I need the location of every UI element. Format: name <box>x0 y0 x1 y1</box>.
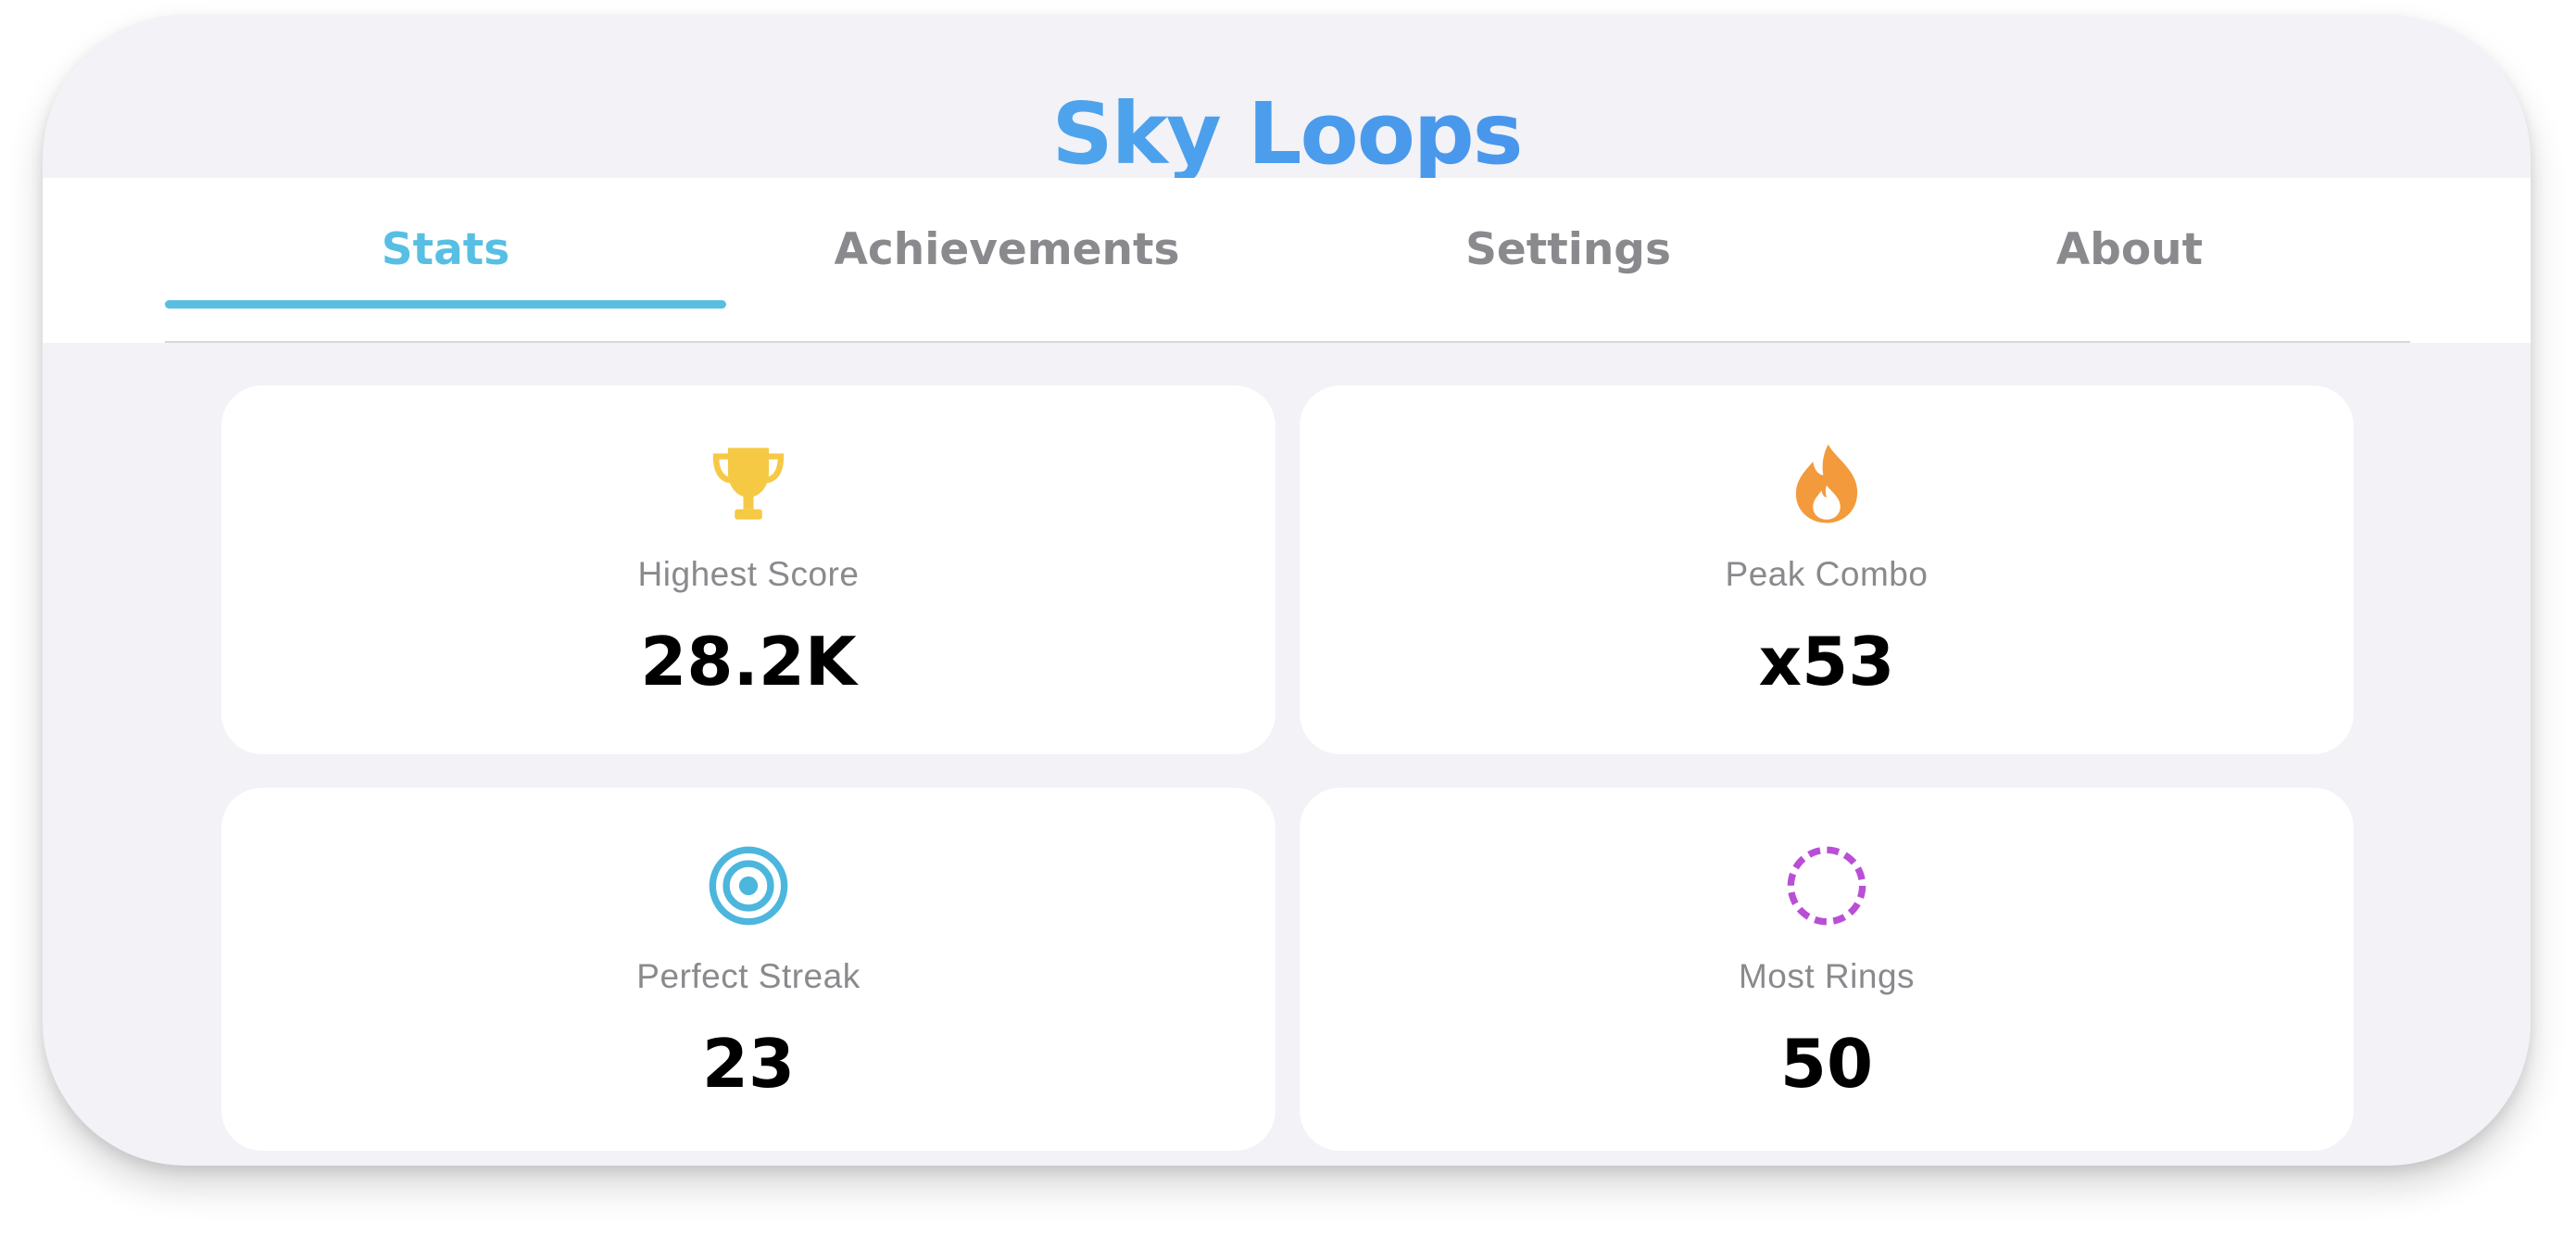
tab-label: Settings <box>1465 224 1671 275</box>
stats-grid: Highest Score 28.2K Peak Combo x53 Perfe… <box>221 385 2354 1151</box>
tab-label: Achievements <box>834 224 1180 275</box>
app-window: Sky Loops Stats Achievements Settings Ab… <box>43 15 2531 1166</box>
stat-label: Perfect Streak <box>636 957 861 995</box>
stat-card-peak-combo: Peak Combo x53 <box>1300 385 2354 754</box>
dashed-ring-icon <box>1784 843 1869 928</box>
tab-stats[interactable]: Stats <box>165 178 726 343</box>
tab-settings[interactable]: Settings <box>1288 178 1849 343</box>
stat-card-perfect-streak: Perfect Streak 23 <box>221 788 1275 1151</box>
flame-icon <box>1784 441 1869 526</box>
app-title: Sky Loops <box>43 83 2531 185</box>
tab-label: Stats <box>381 224 510 275</box>
stat-label: Most Rings <box>1738 957 1916 995</box>
active-tab-indicator <box>165 300 726 309</box>
tab-divider <box>165 341 2410 343</box>
stat-value: x53 <box>1758 623 1895 701</box>
stat-value: 50 <box>1779 1025 1874 1103</box>
tab-bar: Stats Achievements Settings About <box>43 178 2531 343</box>
stat-value: 28.2K <box>640 623 857 701</box>
trophy-icon <box>706 441 791 526</box>
tab-achievements[interactable]: Achievements <box>726 178 1288 343</box>
target-icon <box>706 843 791 928</box>
stat-card-highest-score: Highest Score 28.2K <box>221 385 1275 754</box>
stat-label: Highest Score <box>637 555 860 593</box>
tab-label: About <box>2055 224 2204 275</box>
stat-label: Peak Combo <box>1725 555 1929 593</box>
stat-card-most-rings: Most Rings 50 <box>1300 788 2354 1151</box>
tab-list: Stats Achievements Settings About <box>165 178 2410 343</box>
tab-about[interactable]: About <box>1849 178 2410 343</box>
stat-value: 23 <box>701 1025 796 1103</box>
